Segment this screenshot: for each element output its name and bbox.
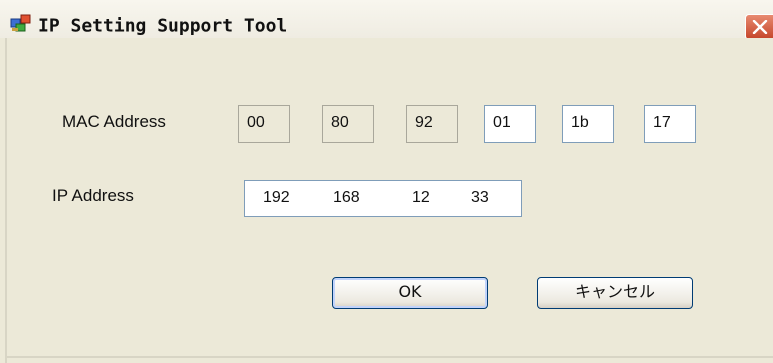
network-computers-icon [10,11,32,33]
close-button[interactable] [745,14,773,40]
mac-octet-6-field[interactable]: 17 [644,105,696,143]
cancel-button[interactable]: キャンセル [537,277,693,309]
mac-octet-5-field[interactable]: 1b [562,105,614,143]
ip-octet-2[interactable]: 168 [333,189,360,207]
window-title: IP Setting Support Tool [38,15,288,37]
title-bar[interactable]: IP Setting Support Tool [0,0,773,40]
ip-octet-4[interactable]: 33 [471,189,489,207]
dialog-window: IP Setting Support Tool MAC Address 00 8… [0,0,773,363]
mac-address-label: MAC Address [62,112,166,131]
close-icon [752,20,768,34]
ok-button[interactable]: OK [332,277,488,309]
mac-octet-4-field[interactable]: 01 [484,105,536,143]
mac-octet-1: 00 [238,105,290,143]
mac-octet-3: 92 [406,105,458,143]
mac-octet-2: 80 [322,105,374,143]
ip-address-field[interactable]: 192 168 12 33 [244,180,522,217]
ip-address-label: IP Address [52,186,134,205]
ip-octet-3[interactable]: 12 [412,189,430,207]
ip-octet-1[interactable]: 192 [263,189,290,207]
